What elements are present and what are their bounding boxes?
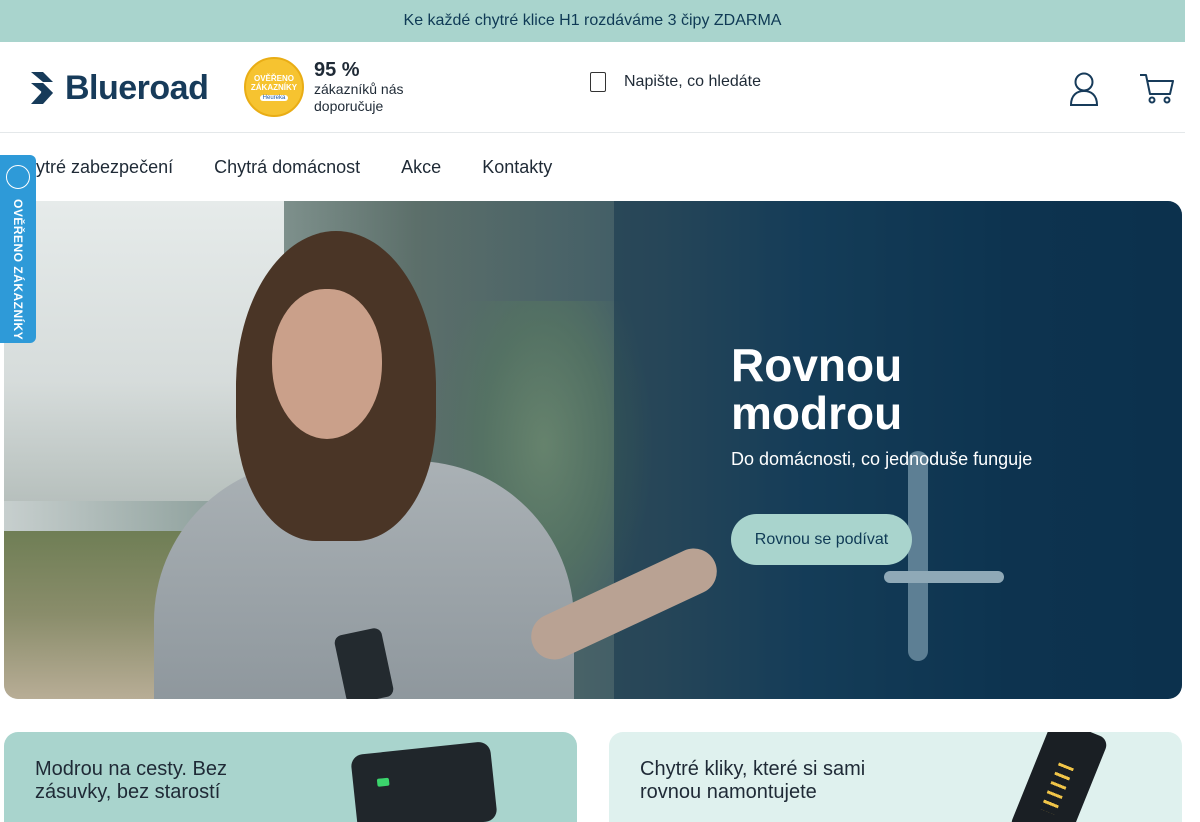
rating-text: zákazníků nás doporučuje bbox=[314, 81, 404, 114]
nav-item-smart-security[interactable]: hytré zabezpečení bbox=[26, 157, 173, 178]
smart-handle-keypad bbox=[1040, 762, 1074, 815]
nav-item-sale[interactable]: Akce bbox=[401, 157, 441, 178]
cart-icon[interactable] bbox=[1139, 72, 1175, 106]
badge-line-2: ZÁKAZNÍKY bbox=[250, 82, 298, 92]
heureka-verified-badge[interactable]: OVĚŘENO ZÁKAZNÍKY Heureka bbox=[244, 57, 304, 117]
hero-person-face bbox=[272, 289, 382, 439]
customer-rating: 95 % zákazníků nás doporučuje bbox=[314, 59, 414, 115]
hero-banner: Rovnou modrou Do domácnosti, co jednoduš… bbox=[4, 201, 1182, 699]
rating-percent: 95 % bbox=[314, 59, 360, 81]
logo[interactable]: Blueroad bbox=[31, 69, 209, 107]
promo-card-powerbank[interactable]: Modrou na cesty. Bez zásuvky, bez staros… bbox=[4, 732, 577, 822]
powerbank-image bbox=[350, 740, 498, 822]
promo-card-text: Chytré kliky, které si sami rovnou namon… bbox=[640, 758, 866, 803]
nav-item-contacts[interactable]: Kontakty bbox=[482, 157, 552, 178]
badge-brand: Heureka bbox=[259, 94, 289, 101]
promo-card-text: Modrou na cesty. Bez zásuvky, bez staros… bbox=[35, 758, 227, 803]
side-badge-text: OVĚŘENO ZÁKAZNÍKY bbox=[11, 199, 25, 341]
search-icon[interactable] bbox=[590, 72, 606, 92]
hero-cta-button[interactable]: Rovnou se podívat bbox=[731, 514, 912, 565]
promo-bar-text[interactable]: Ke každé chytré klice H1 rozdáváme 3 čip… bbox=[404, 12, 782, 30]
site-header: Blueroad OVĚŘENO ZÁKAZNÍKY Heureka 95 % … bbox=[0, 42, 1185, 133]
logo-text: Blueroad bbox=[65, 69, 209, 107]
promo-bar[interactable]: Ke každé chytré klice H1 rozdáváme 3 čip… bbox=[0, 0, 1185, 42]
user-icon[interactable] bbox=[1068, 72, 1100, 106]
badge-line-1: OVĚŘENO bbox=[253, 73, 294, 83]
hero-content: Rovnou modrou Do domácnosti, co jednoduš… bbox=[731, 341, 1032, 565]
powerbank-led bbox=[376, 777, 390, 787]
verified-seal-icon bbox=[6, 165, 30, 189]
logo-mark-icon bbox=[31, 72, 53, 104]
search-bar[interactable] bbox=[590, 72, 924, 92]
verified-customers-side-badge[interactable]: OVĚŘENO ZÁKAZNÍKY bbox=[0, 155, 36, 343]
hero-subtitle: Do domácnosti, co jednoduše funguje bbox=[731, 449, 1033, 469]
hero-title: Rovnou modrou bbox=[731, 339, 903, 439]
smart-handle-image bbox=[1008, 732, 1110, 822]
search-input[interactable] bbox=[624, 73, 924, 91]
main-nav: hytré zabezpečení Chytrá domácnost Akce … bbox=[0, 133, 1185, 201]
nav-item-smart-home[interactable]: Chytrá domácnost bbox=[214, 157, 360, 178]
hero-door-handle bbox=[884, 571, 1004, 583]
promo-card-smart-handles[interactable]: Chytré kliky, které si sami rovnou namon… bbox=[609, 732, 1182, 822]
